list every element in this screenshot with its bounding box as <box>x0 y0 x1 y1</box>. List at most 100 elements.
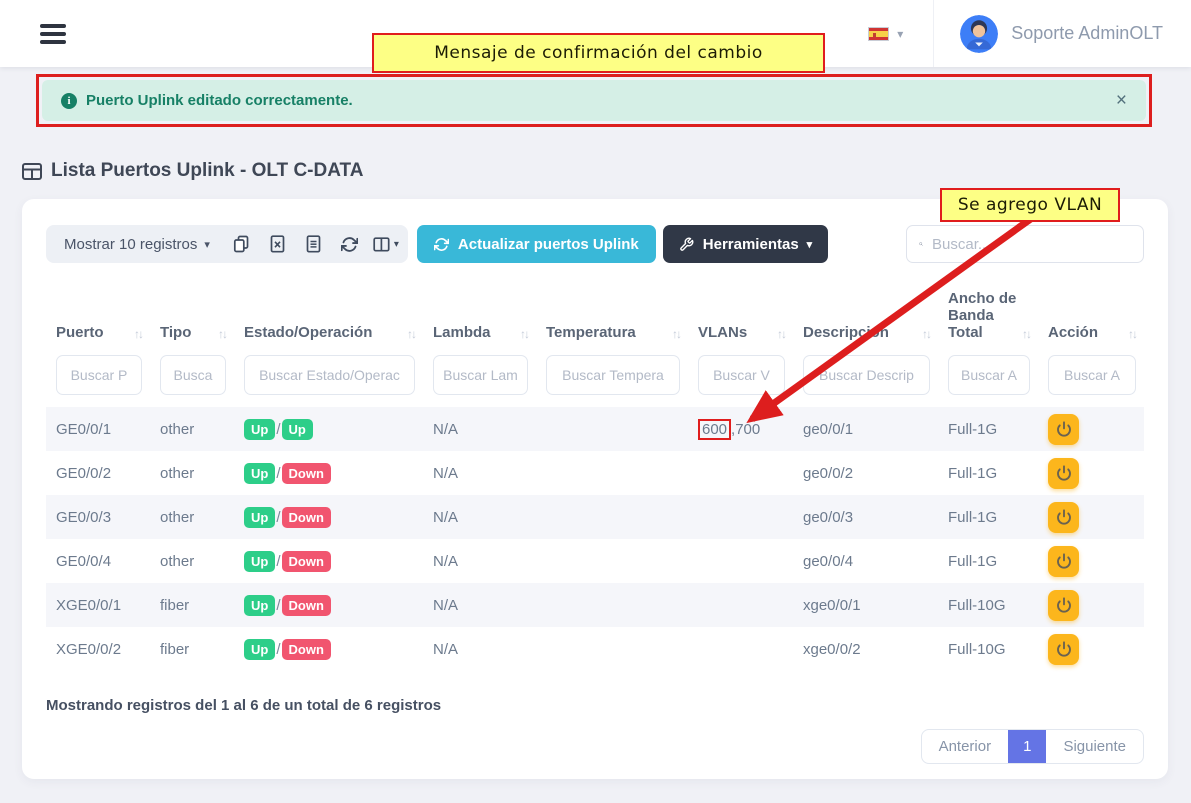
column-visibility-icon[interactable]: ▾ <box>368 225 404 263</box>
pagination: Anterior 1 Siguiente <box>921 729 1144 764</box>
cell-lambda: N/A <box>423 407 536 451</box>
filter-row <box>46 355 1144 407</box>
cell-ancho-banda: Full-10G <box>938 583 1038 627</box>
alert-annotation-outline: i Puerto Uplink editado correctamente. × <box>36 74 1152 127</box>
cell-temperatura <box>536 407 688 451</box>
cell-descripcion: ge0/0/2 <box>793 451 938 495</box>
cell-tipo: other <box>150 451 234 495</box>
pagination-next[interactable]: Siguiente <box>1046 730 1143 763</box>
power-icon <box>1056 553 1072 569</box>
column-header-descripcion[interactable]: Descripción↑↓ <box>793 281 938 355</box>
cell-vlans: 600,700 <box>688 407 793 451</box>
status-badge: Down <box>282 639 331 660</box>
sort-icon: ↑↓ <box>777 327 785 341</box>
status-badge: Down <box>282 551 331 572</box>
sort-icon: ↑↓ <box>407 327 415 341</box>
header-row: Puerto↑↓ Tipo↑↓ Estado/Operación↑↓ Lambd… <box>46 281 1144 355</box>
status-badge: Up <box>244 507 275 528</box>
cell-lambda: N/A <box>423 583 536 627</box>
filter-vlans-input[interactable] <box>698 355 785 395</box>
filter-estado-input[interactable] <box>244 355 415 395</box>
cell-tipo: fiber <box>150 627 234 671</box>
sort-icon: ↑↓ <box>922 327 930 341</box>
cell-puerto: GE0/0/2 <box>46 451 150 495</box>
status-badge: Up <box>244 551 275 572</box>
pagination-previous[interactable]: Anterior <box>922 730 1009 763</box>
uplink-ports-card: Mostrar 10 registros▾ <box>22 199 1168 779</box>
info-icon: i <box>61 93 77 109</box>
cell-tipo: fiber <box>150 583 234 627</box>
wrench-icon <box>679 237 694 252</box>
pagination-page-1[interactable]: 1 <box>1008 730 1046 763</box>
column-header-ancho-banda[interactable]: Ancho de Banda Total↑↓ <box>938 281 1038 355</box>
filter-lambda-input[interactable] <box>433 355 528 395</box>
user-avatar[interactable] <box>960 15 998 53</box>
cell-ancho-banda: Full-1G <box>938 451 1038 495</box>
cell-tipo: other <box>150 539 234 583</box>
table-icon <box>22 163 42 180</box>
sort-icon: ↑↓ <box>1022 327 1030 341</box>
reload-icon[interactable] <box>332 225 368 263</box>
table-toolbar: Mostrar 10 registros▾ <box>46 225 1144 263</box>
filter-puerto-input[interactable] <box>56 355 142 395</box>
filter-ancho-input[interactable] <box>948 355 1030 395</box>
column-header-vlans[interactable]: VLANs↑↓ <box>688 281 793 355</box>
power-toggle-button[interactable] <box>1048 502 1079 533</box>
cell-puerto: GE0/0/3 <box>46 495 150 539</box>
filter-temperatura-input[interactable] <box>546 355 680 395</box>
cell-accion <box>1038 407 1144 451</box>
cell-estado: Up/Down <box>234 583 423 627</box>
power-icon <box>1056 641 1072 657</box>
show-records-dropdown[interactable]: Mostrar 10 registros▾ <box>50 225 224 263</box>
sort-icon: ↑↓ <box>672 327 680 341</box>
cell-estado: Up/Down <box>234 627 423 671</box>
column-header-puerto[interactable]: Puerto↑↓ <box>46 281 150 355</box>
cell-accion <box>1038 539 1144 583</box>
sort-icon: ↑↓ <box>1128 327 1136 341</box>
filter-accion-input[interactable] <box>1048 355 1136 395</box>
search-input[interactable] <box>932 236 1131 253</box>
navbar-divider <box>933 0 934 67</box>
caret-down-icon: ▾ <box>394 239 399 250</box>
vlan-annotation: Se agrego VLAN <box>940 188 1120 222</box>
power-toggle-button[interactable] <box>1048 546 1079 577</box>
power-toggle-button[interactable] <box>1048 590 1079 621</box>
power-toggle-button[interactable] <box>1048 414 1079 445</box>
status-badge: Down <box>282 507 331 528</box>
cell-lambda: N/A <box>423 627 536 671</box>
alert-close-icon[interactable]: × <box>1116 91 1127 110</box>
sort-icon: ↑↓ <box>218 327 226 341</box>
table-row: GE0/0/3 other Up/Down N/A ge0/0/3 Full-1… <box>46 495 1144 539</box>
cell-ancho-banda: Full-10G <box>938 627 1038 671</box>
status-badge: Up <box>244 639 275 660</box>
copy-icon[interactable] <box>224 225 260 263</box>
export-file-icon[interactable] <box>296 225 332 263</box>
status-badge: Up <box>244 595 275 616</box>
table-row: XGE0/0/1 fiber Up/Down N/A xge0/0/1 Full… <box>46 583 1144 627</box>
filter-descripcion-input[interactable] <box>803 355 930 395</box>
cell-tipo: other <box>150 495 234 539</box>
export-excel-icon[interactable] <box>260 225 296 263</box>
power-toggle-button[interactable] <box>1048 458 1079 489</box>
cell-puerto: GE0/0/1 <box>46 407 150 451</box>
language-caret-icon[interactable]: ▾ <box>897 27 903 41</box>
column-header-temperatura[interactable]: Temperatura↑↓ <box>536 281 688 355</box>
spain-flag-icon[interactable] <box>868 27 889 41</box>
cell-puerto: GE0/0/4 <box>46 539 150 583</box>
refresh-uplink-ports-button[interactable]: Actualizar puertos Uplink <box>417 225 656 263</box>
alert-message: Puerto Uplink editado correctamente. <box>86 92 353 109</box>
column-header-tipo[interactable]: Tipo↑↓ <box>150 281 234 355</box>
column-header-accion[interactable]: Acción↑↓ <box>1038 281 1144 355</box>
column-header-estado[interactable]: Estado/Operación↑↓ <box>234 281 423 355</box>
power-toggle-button[interactable] <box>1048 634 1079 665</box>
filter-tipo-input[interactable] <box>160 355 226 395</box>
cell-vlans <box>688 583 793 627</box>
cell-descripcion: xge0/0/2 <box>793 627 938 671</box>
cell-temperatura <box>536 451 688 495</box>
column-header-lambda[interactable]: Lambda↑↓ <box>423 281 536 355</box>
user-name[interactable]: Soporte AdminOLT <box>1011 23 1163 44</box>
tools-dropdown-button[interactable]: Herramientas ▾ <box>663 225 828 263</box>
cell-lambda: N/A <box>423 495 536 539</box>
refresh-icon <box>434 237 449 252</box>
menu-icon[interactable] <box>40 20 66 48</box>
